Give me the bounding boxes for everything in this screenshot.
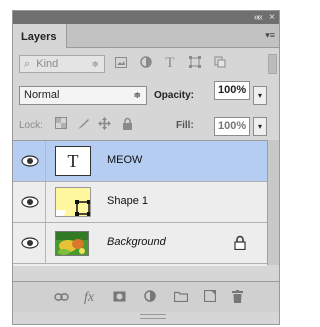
new-layer-icon[interactable]	[202, 289, 218, 305]
layer-name[interactable]: Shape 1	[107, 195, 148, 207]
delete-layer-icon[interactable]	[229, 290, 245, 306]
layers-list: T MEOW Shape 1 Background	[13, 140, 267, 266]
layer-thumbnail	[55, 231, 89, 256]
lock-position-icon[interactable]	[96, 117, 112, 133]
kind-label: Kind	[36, 58, 59, 70]
add-mask-icon[interactable]	[111, 290, 127, 305]
search-icon: ⌕	[24, 58, 31, 70]
select-arrows-icon: ≑	[133, 90, 141, 100]
collapse-panel-icon[interactable]: ««	[254, 11, 263, 24]
shape-layer-icon	[56, 200, 90, 216]
opacity-input[interactable]: 100%	[214, 81, 250, 100]
layer-name[interactable]: MEOW	[107, 154, 142, 166]
new-group-icon[interactable]	[173, 290, 189, 305]
resize-grip[interactable]	[140, 314, 166, 319]
fill-label: Fill:	[176, 120, 194, 131]
panel-tab-row: Layers ▾≡	[13, 24, 279, 48]
opacity-label: Opacity:	[154, 90, 195, 101]
kind-filter-select[interactable]: ⌕ Kind ≑	[19, 55, 105, 73]
eye-visibility-icon[interactable]	[21, 154, 39, 168]
type-filter-icon[interactable]: T	[162, 55, 178, 72]
type-layer-icon: T	[67, 151, 79, 171]
opacity-dropdown-button[interactable]: ▾	[253, 86, 267, 105]
layer-thumbnail: T	[55, 146, 91, 176]
layer-row-meow[interactable]: T MEOW	[13, 141, 267, 182]
close-panel-icon[interactable]: ×	[269, 11, 275, 24]
background-image-thumbnail	[56, 232, 88, 255]
adjustment-filter-icon[interactable]	[138, 55, 154, 72]
divider	[45, 223, 46, 263]
divider	[45, 182, 46, 222]
blend-mode-select[interactable]: Normal ≑	[19, 86, 147, 105]
lock-row: Lock: Fill: 100% ▾	[13, 111, 279, 140]
layers-panel: «« × Layers ▾≡ ⌕ Kind ≑ T Normal ≑ Opaci…	[12, 10, 280, 325]
fill-input[interactable]: 100%	[214, 117, 250, 136]
lock-image-pixels-icon[interactable]	[75, 117, 91, 133]
fx-effects-icon[interactable]: fx	[81, 290, 97, 306]
adjustment-layer-icon[interactable]	[142, 290, 158, 305]
eye-visibility-icon[interactable]	[21, 195, 39, 209]
layer-row-shape-1[interactable]: Shape 1	[13, 182, 267, 223]
eye-visibility-icon[interactable]	[21, 236, 39, 250]
lock-icon	[234, 235, 246, 250]
layers-scrollbar[interactable]	[267, 140, 279, 265]
panel-footer: fx	[13, 281, 279, 312]
panel-title-bar[interactable]: «« ×	[13, 11, 279, 24]
blend-mode-value: Normal	[24, 89, 60, 101]
lock-label: Lock:	[19, 120, 43, 131]
divider	[45, 141, 46, 181]
filter-row: ⌕ Kind ≑ T	[13, 49, 279, 79]
lock-transparent-pixels-icon[interactable]	[53, 117, 69, 132]
layer-name[interactable]: Background	[107, 236, 166, 248]
shape-filter-icon[interactable]	[187, 55, 203, 72]
blend-row: Normal ≑ Opacity: 100% ▾	[13, 81, 279, 109]
smartobject-filter-icon[interactable]	[212, 55, 228, 72]
fill-dropdown-button[interactable]: ▾	[253, 117, 267, 136]
image-filter-icon[interactable]	[113, 55, 129, 72]
panel-menu-icon[interactable]: ▾≡	[265, 30, 275, 41]
layer-row-background[interactable]: Background	[13, 223, 267, 264]
select-arrows-icon: ≑	[91, 59, 99, 69]
tab-layers[interactable]: Layers	[13, 24, 68, 48]
link-layers-icon[interactable]	[53, 290, 69, 305]
filter-toggle-switch[interactable]	[268, 54, 277, 74]
layer-thumbnail	[55, 187, 91, 217]
lock-all-icon[interactable]	[119, 117, 135, 133]
